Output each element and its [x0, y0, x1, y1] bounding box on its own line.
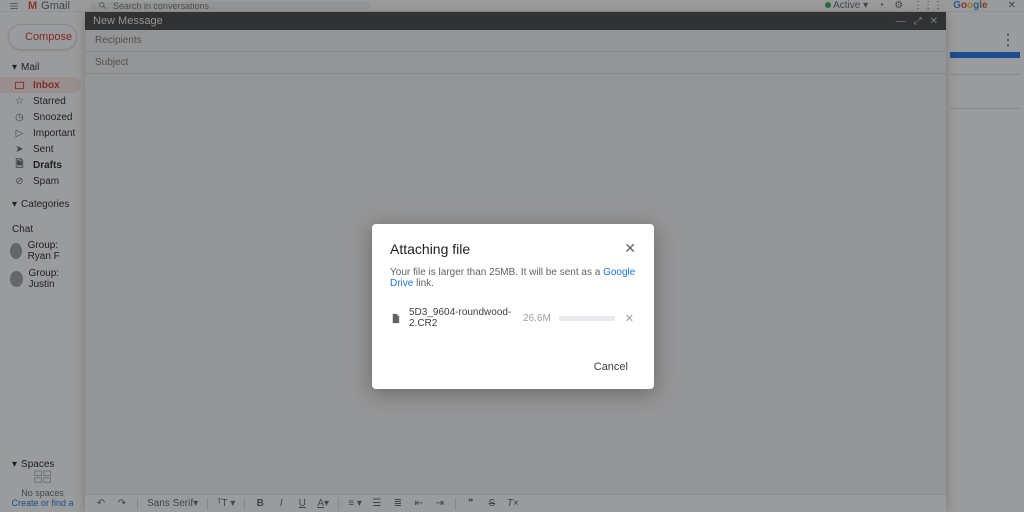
- cancel-button[interactable]: Cancel: [586, 357, 636, 377]
- file-size-label: 26.6M: [523, 313, 551, 324]
- dialog-title: Attaching file: [390, 241, 470, 257]
- file-icon: [390, 312, 401, 325]
- attaching-file-dialog: Attaching file ✕ Your file is larger tha…: [372, 224, 654, 389]
- cancel-upload-icon[interactable]: ✕: [623, 312, 636, 325]
- file-name-label: 5D3_9604-roundwood-2.CR2: [409, 307, 515, 329]
- dialog-message: Your file is larger than 25MB. It will b…: [390, 267, 636, 289]
- upload-file-row: 5D3_9604-roundwood-2.CR2 26.6M ✕: [390, 307, 636, 329]
- close-icon[interactable]: ✕: [624, 240, 636, 257]
- upload-progress: [559, 316, 615, 321]
